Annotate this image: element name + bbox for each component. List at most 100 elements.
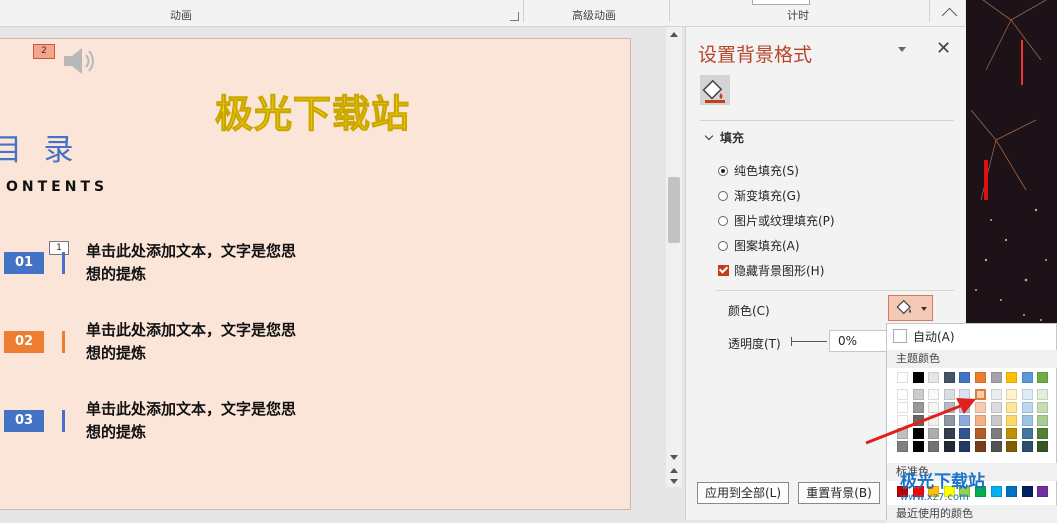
color-swatch[interactable] — [975, 428, 986, 439]
fill-section-header[interactable]: 填充 — [704, 129, 744, 146]
picture-fill-option[interactable]: 图片或纹理填充(P) — [718, 212, 835, 229]
color-swatch[interactable] — [990, 402, 1002, 413]
color-swatch[interactable] — [928, 415, 940, 426]
gradient-fill-option[interactable]: 渐变填充(G) — [718, 187, 801, 204]
timing-button[interactable] — [752, 0, 810, 5]
hide-background-graphics-checkbox[interactable]: 隐藏背景图形(H) — [718, 262, 824, 279]
color-swatch[interactable] — [1021, 389, 1033, 400]
color-swatch[interactable] — [897, 441, 908, 452]
color-swatch[interactable] — [959, 372, 971, 383]
color-swatch[interactable] — [1006, 415, 1018, 426]
color-swatch[interactable] — [1021, 428, 1033, 439]
color-swatch[interactable] — [990, 428, 1002, 439]
next-slide-icon[interactable] — [670, 479, 678, 484]
color-swatch[interactable] — [928, 441, 940, 452]
color-swatch[interactable] — [897, 389, 908, 400]
color-swatch[interactable] — [1006, 441, 1018, 452]
color-swatch[interactable] — [959, 441, 971, 452]
color-swatch[interactable] — [912, 402, 924, 413]
color-swatch[interactable] — [928, 428, 940, 439]
color-swatch[interactable] — [912, 372, 924, 383]
radio[interactable] — [718, 216, 728, 226]
color-swatch[interactable] — [1021, 402, 1033, 413]
color-swatch[interactable] — [1021, 441, 1033, 452]
color-swatch[interactable] — [1006, 402, 1018, 413]
color-swatch[interactable] — [975, 415, 986, 426]
color-swatch[interactable] — [959, 428, 971, 439]
color-swatch[interactable] — [912, 415, 924, 426]
solid-fill-option[interactable]: 纯色填充(S) — [718, 162, 799, 179]
color-swatch[interactable] — [1021, 415, 1033, 426]
pattern-fill-option[interactable]: 图案填充(A) — [718, 237, 800, 254]
fill-color-button[interactable] — [888, 295, 933, 321]
color-swatch[interactable] — [1006, 372, 1018, 383]
color-swatch[interactable] — [1021, 372, 1033, 383]
item-text[interactable]: 单击此处添加文本，文字是您思想的提炼 — [86, 398, 306, 444]
reset-background-button[interactable]: 重置背景(B) — [798, 482, 880, 504]
color-swatch[interactable] — [975, 372, 986, 383]
fill-tab[interactable] — [700, 75, 730, 105]
scroll-thumb[interactable] — [668, 177, 680, 243]
color-swatch[interactable] — [1037, 428, 1049, 439]
standard-color-swatch[interactable] — [990, 486, 1002, 497]
color-swatch[interactable] — [990, 372, 1002, 383]
color-swatch[interactable] — [943, 441, 955, 452]
color-swatch[interactable] — [1037, 402, 1049, 413]
radio[interactable] — [718, 191, 728, 201]
color-swatch[interactable] — [1037, 372, 1049, 383]
transparency-slider[interactable] — [791, 337, 827, 346]
contents-heading[interactable]: 目 录 — [0, 125, 80, 169]
dialog-launcher-icon[interactable] — [510, 12, 519, 21]
transparency-input[interactable]: 0% — [829, 330, 889, 352]
selected-color-swatch[interactable] — [975, 389, 986, 400]
color-swatch[interactable] — [990, 415, 1002, 426]
scroll-down-icon[interactable] — [670, 455, 678, 460]
color-swatch[interactable] — [943, 415, 955, 426]
animation-badge[interactable]: 2 — [33, 44, 55, 59]
radio[interactable] — [718, 241, 728, 251]
color-swatch[interactable] — [928, 402, 940, 413]
slide-canvas[interactable]: 2 极光下载站 目 录 ONTENTS 01 1 单击此处添加文本，文字是您思想… — [0, 38, 631, 510]
vertical-scrollbar[interactable] — [666, 27, 682, 487]
scroll-up-icon[interactable] — [670, 32, 678, 37]
color-swatch[interactable] — [1037, 389, 1049, 400]
standard-color-swatch[interactable] — [1021, 486, 1033, 497]
color-swatch[interactable] — [990, 389, 1002, 400]
color-swatch[interactable] — [1006, 389, 1018, 400]
color-swatch[interactable] — [928, 372, 940, 383]
color-swatch[interactable] — [897, 402, 908, 413]
color-swatch[interactable] — [912, 389, 924, 400]
standard-color-swatch[interactable] — [1037, 486, 1049, 497]
color-swatch[interactable] — [990, 441, 1002, 452]
previous-slide-icon[interactable] — [670, 468, 678, 473]
slide-title[interactable]: 极光下载站 — [214, 83, 410, 138]
color-swatch[interactable] — [928, 389, 940, 400]
radio-selected[interactable] — [718, 166, 728, 176]
color-swatch[interactable] — [959, 402, 971, 413]
color-swatch[interactable] — [975, 441, 986, 452]
color-swatch[interactable] — [1037, 415, 1049, 426]
speaker-icon[interactable] — [62, 44, 102, 78]
pane-options-icon[interactable] — [898, 47, 906, 52]
item-text[interactable]: 单击此处添加文本，文字是您思想的提炼 — [86, 319, 306, 365]
color-swatch[interactable] — [959, 389, 971, 400]
color-swatch[interactable] — [912, 428, 924, 439]
animation-tag[interactable]: 1 — [49, 241, 69, 255]
color-swatch[interactable] — [943, 389, 955, 400]
color-swatch[interactable] — [943, 372, 955, 383]
color-swatch[interactable] — [943, 428, 955, 439]
color-swatch[interactable] — [912, 441, 924, 452]
contents-subheading[interactable]: ONTENTS — [6, 179, 108, 195]
color-swatch[interactable] — [959, 415, 971, 426]
apply-to-all-button[interactable]: 应用到全部(L) — [697, 482, 789, 504]
color-swatch[interactable] — [943, 402, 955, 413]
color-swatch[interactable] — [975, 402, 986, 413]
item-text[interactable]: 单击此处添加文本，文字是您思想的提炼 — [86, 240, 306, 286]
collapse-ribbon-icon[interactable] — [941, 7, 958, 24]
standard-color-swatch[interactable] — [1006, 486, 1018, 497]
color-swatch[interactable] — [897, 415, 908, 426]
color-swatch[interactable] — [897, 372, 908, 383]
checkbox-checked[interactable] — [718, 265, 729, 276]
color-swatch[interactable] — [897, 428, 908, 439]
close-icon[interactable]: ✕ — [936, 38, 951, 59]
